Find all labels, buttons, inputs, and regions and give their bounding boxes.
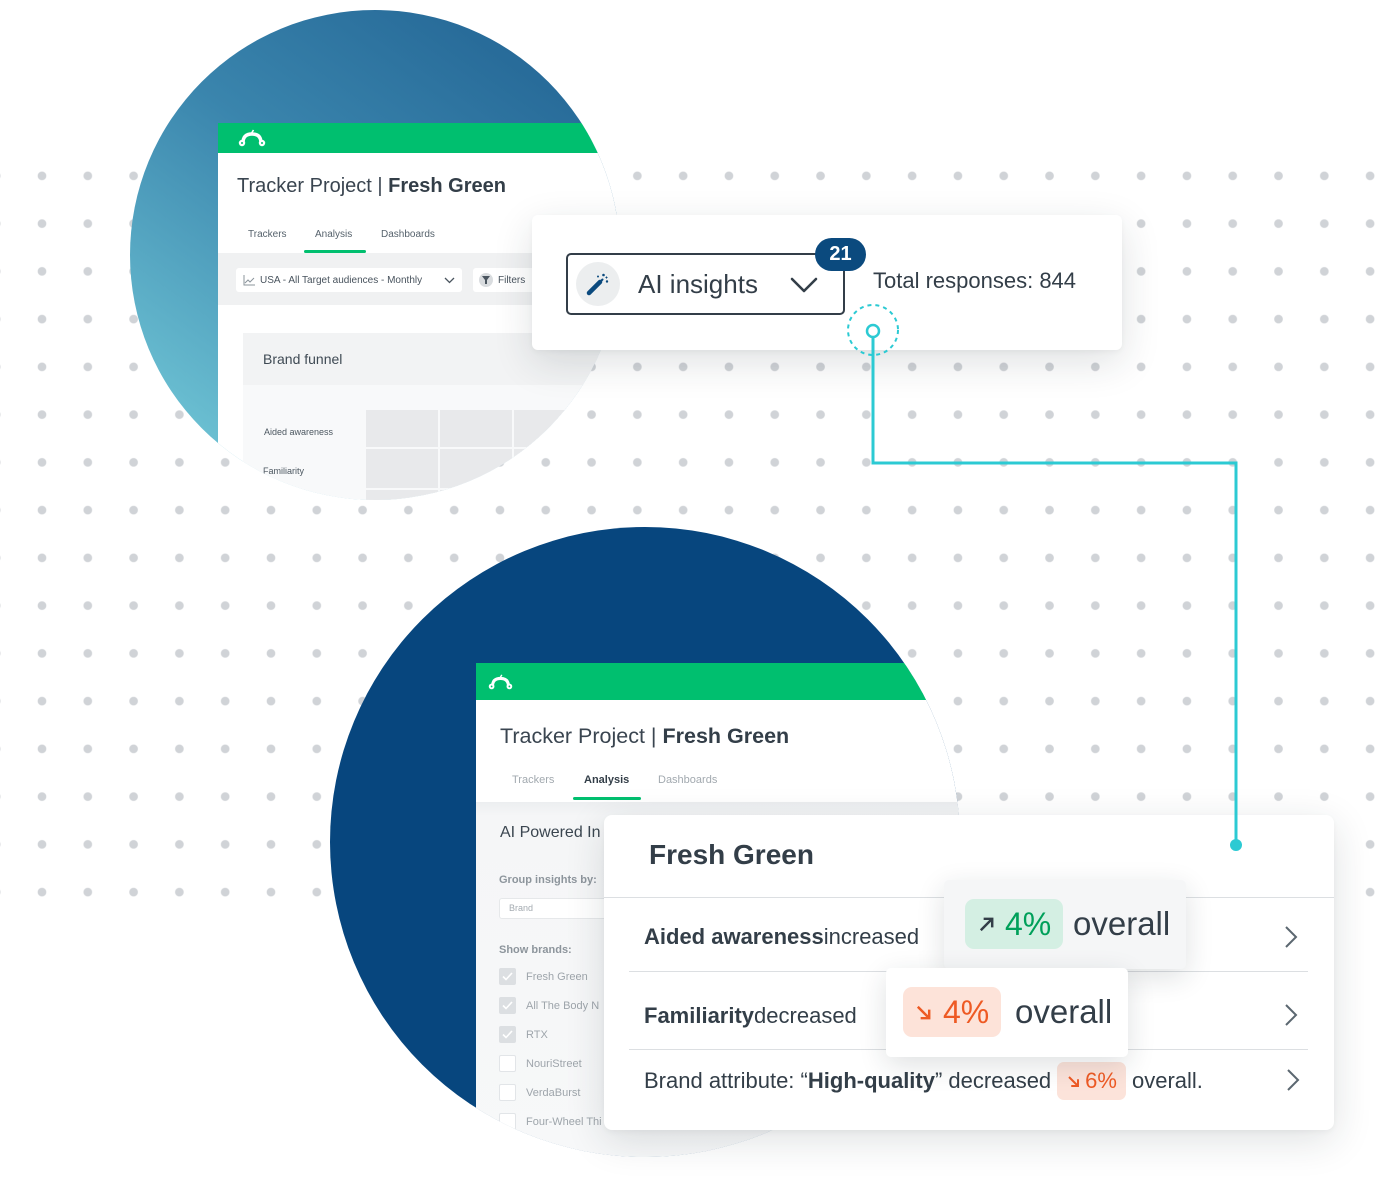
insight-row[interactable]: Aided awareness increased: [644, 924, 919, 950]
arrow-up-right-icon: [979, 917, 994, 932]
callout-familiarity: 4% overall: [886, 968, 1128, 1057]
total-responses-label: Total responses:: [873, 268, 1040, 293]
show-brands-label: Show brands:: [499, 944, 572, 956]
page-title: Tracker Project | Fresh Green: [500, 723, 789, 749]
funnel-cell: [514, 410, 586, 447]
funnel-cell: [366, 490, 438, 500]
trend-chart-icon: [243, 274, 255, 285]
funnel-cell: [440, 490, 512, 500]
ai-insights-dropdown[interactable]: AI insights: [566, 253, 845, 315]
brand-label: All The Body N: [526, 1000, 600, 1012]
checkmark-icon: [502, 1030, 513, 1039]
app-header: [218, 123, 620, 153]
change-badge-decrease: 6%: [1057, 1062, 1126, 1100]
audience-select[interactable]: USA - All Target audiences - Monthly: [236, 268, 462, 292]
active-tab-indicator: [573, 797, 641, 800]
insights-count-badge: 21: [815, 238, 866, 271]
arrow-down-right-icon: [1068, 1075, 1080, 1087]
chevron-down-icon: [444, 277, 455, 283]
change-value: 4%: [943, 994, 990, 1030]
callout-aided-awareness: 4% overall: [944, 880, 1186, 969]
tab-analysis[interactable]: Analysis: [315, 229, 352, 241]
tab-analysis[interactable]: Analysis: [584, 773, 629, 787]
chevron-right-icon[interactable]: [1286, 1068, 1300, 1092]
funnel-cell: [514, 449, 586, 488]
tab-trackers[interactable]: Trackers: [248, 229, 287, 241]
filters-label: Filters: [498, 274, 526, 286]
funnel-row-label: Aided awareness: [264, 427, 334, 437]
insight-row[interactable]: Familiarity decreased: [644, 1003, 857, 1029]
brand-label: Fresh Green: [526, 971, 588, 983]
app-header: [476, 663, 960, 700]
change-badge-decrease: 4%: [903, 987, 1001, 1037]
brand-checkbox[interactable]: [499, 1084, 516, 1101]
insight-metric: Familiarity: [644, 1003, 755, 1028]
insight-metric: Aided awareness: [644, 924, 824, 949]
insight-verb: ” decreased: [934, 1068, 1052, 1093]
brand-label: NouriStreet: [526, 1058, 582, 1070]
change-scope: overall: [1015, 993, 1113, 1030]
brand-label: VerdaBurst: [526, 1087, 581, 1099]
logo-icon[interactable]: [238, 129, 266, 147]
insight-prefix: Brand attribute: “: [644, 1068, 808, 1093]
funnel-cell: [588, 449, 620, 488]
funnel-cell: [366, 449, 438, 488]
brand-name: Fresh Green: [662, 724, 790, 748]
audience-select-value: USA - All Target audiences - Monthly: [260, 274, 423, 286]
change-value: 4%: [1005, 906, 1052, 942]
funnel-cell: [588, 410, 620, 447]
insight-verb: decreased: [754, 1003, 857, 1028]
logo-icon[interactable]: [488, 674, 513, 690]
checkmark-icon: [502, 972, 513, 981]
brand-checkbox[interactable]: [499, 997, 516, 1014]
magic-wand-icon: [576, 262, 620, 306]
arrow-down-right-icon: [916, 1005, 931, 1020]
brand-name: Fresh Green: [388, 175, 506, 197]
change-badge-increase: 4%: [965, 899, 1063, 949]
group-by-label: Group insights by:: [499, 874, 597, 886]
chevron-right-icon[interactable]: [1284, 1003, 1298, 1027]
tab-trackers[interactable]: Trackers: [512, 773, 554, 787]
funnel-cell: [514, 490, 586, 500]
brand-funnel-card: Brand funnel Aided awareness Familiarity: [243, 333, 620, 500]
chevron-down-icon: [790, 277, 818, 293]
brand-checkbox[interactable]: [499, 968, 516, 985]
ai-insights-card: AI insights 21 Total responses: 844: [532, 215, 1122, 350]
brand-checkbox[interactable]: [499, 1113, 516, 1130]
ai-insights-label: AI insights: [638, 269, 758, 299]
chevron-right-icon[interactable]: [1284, 925, 1298, 949]
checkmark-icon: [502, 1001, 513, 1010]
filter-icon: [479, 273, 493, 287]
brand-checkbox[interactable]: [499, 1055, 516, 1072]
funnel-cell: [440, 410, 512, 447]
change-scope: overall: [1073, 905, 1171, 942]
brand-label: RTX: [526, 1029, 548, 1041]
brand-checkbox[interactable]: [499, 1026, 516, 1043]
project-label: Tracker Project |: [500, 724, 663, 748]
funnel-row-label: Familiarity: [263, 466, 305, 476]
insights-card-title: Fresh Green: [649, 839, 814, 870]
total-responses: Total responses: 844: [873, 268, 1076, 294]
change-value: 6%: [1085, 1068, 1117, 1093]
insight-metric: High-quality: [807, 1068, 935, 1093]
brand-funnel-title: Brand funnel: [263, 351, 343, 367]
funnel-cell: [440, 449, 512, 488]
insight-row[interactable]: Brand attribute: “High-quality” decrease…: [644, 1062, 1203, 1100]
section-title: AI Powered In: [500, 824, 601, 841]
page-title: Tracker Project | Fresh Green: [237, 174, 506, 198]
funnel-cell: [366, 410, 438, 447]
tab-dashboards[interactable]: Dashboards: [381, 229, 435, 241]
insight-suffix: overall.: [1131, 1068, 1203, 1093]
tab-dashboards[interactable]: Dashboards: [658, 773, 717, 787]
brand-label: Four-Wheel Thi: [526, 1116, 602, 1128]
insight-verb: increased: [823, 924, 920, 949]
total-responses-value: 844: [1039, 268, 1077, 293]
project-label: Tracker Project |: [237, 175, 389, 197]
